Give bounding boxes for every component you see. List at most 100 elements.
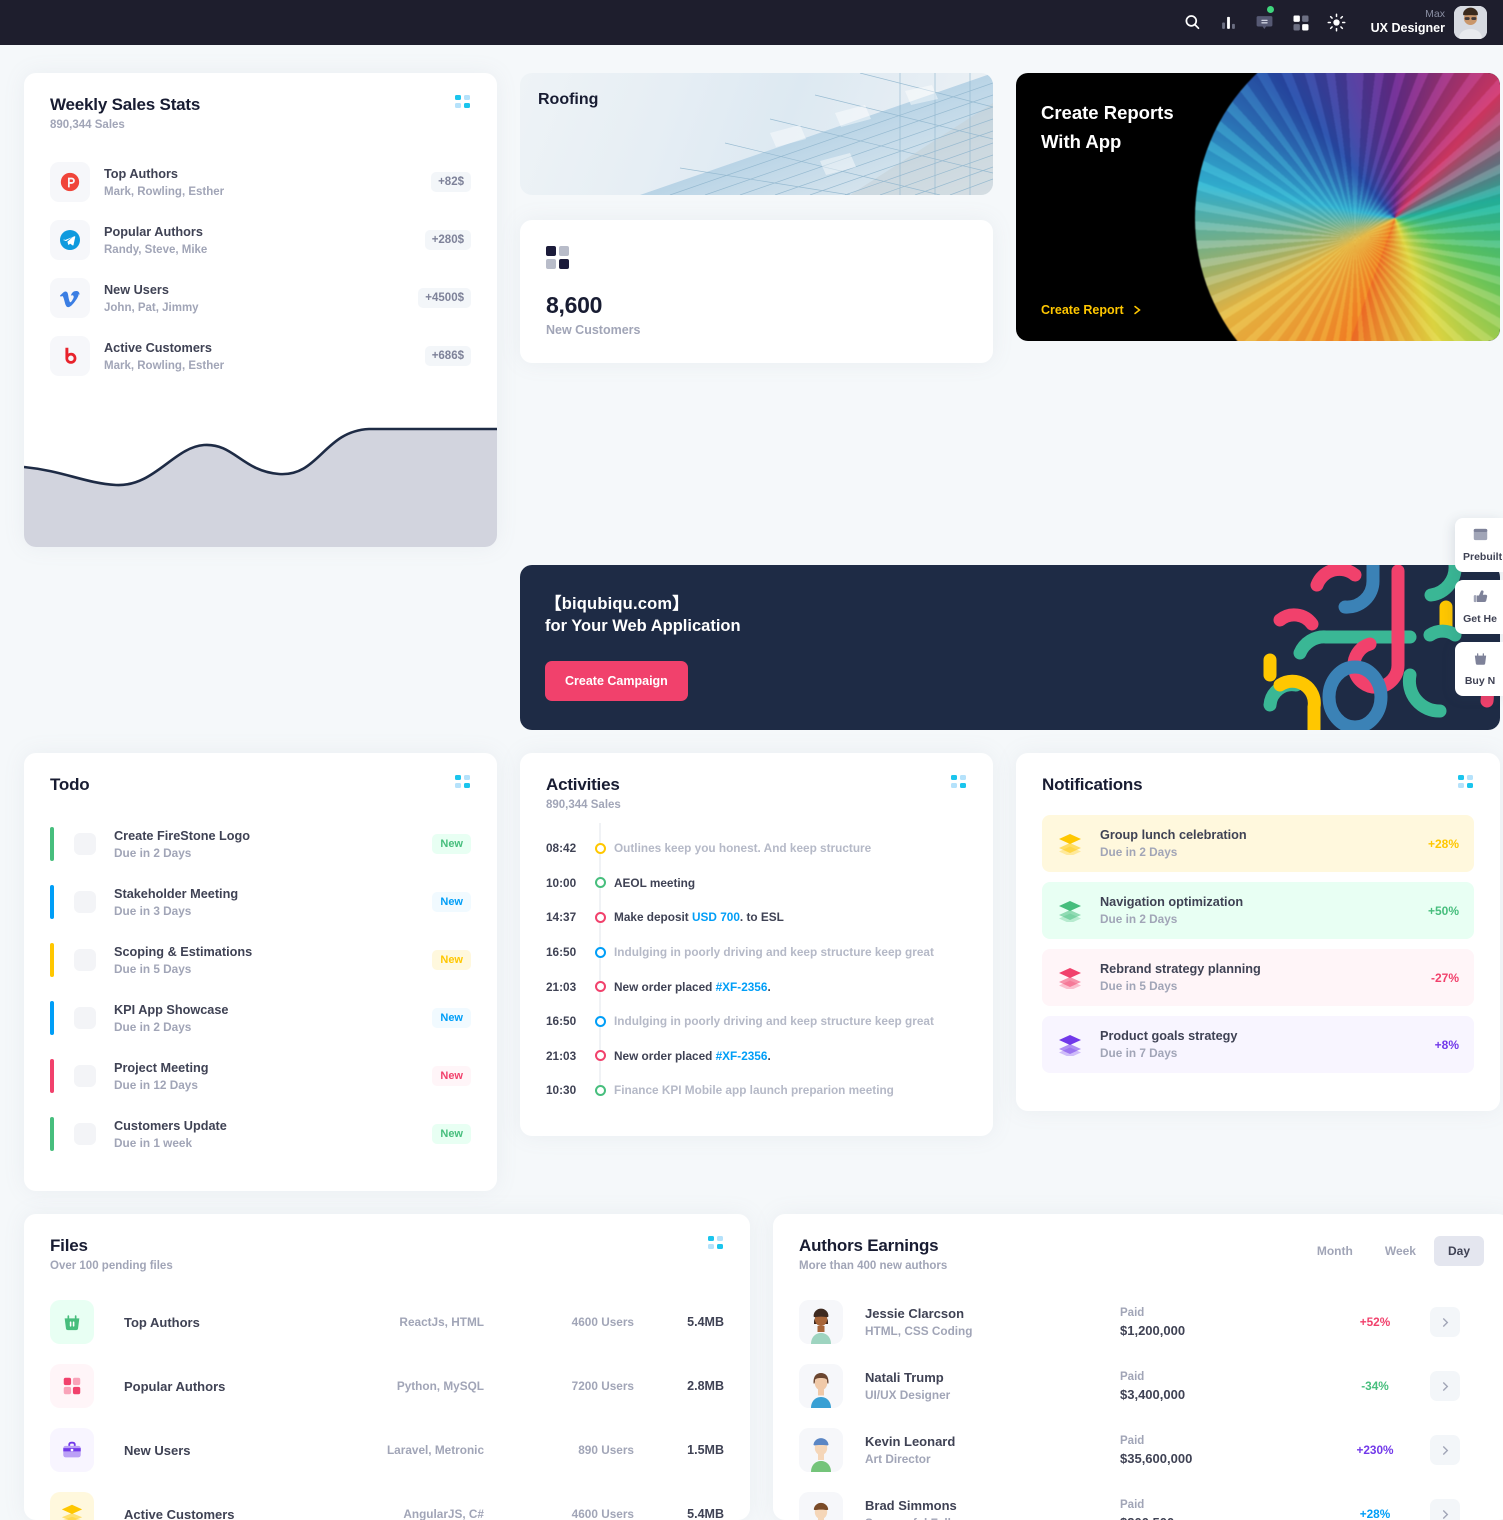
notification-percent: +50% xyxy=(1428,904,1459,918)
status-badge: New xyxy=(432,1066,471,1086)
activity-text-main: New order placed xyxy=(614,1049,716,1063)
table-row[interactable]: Top Authors ReactJs, HTML 4600 Users 5.4… xyxy=(50,1290,724,1354)
table-row[interactable]: Kevin Leonard Art Director Paid $35,600,… xyxy=(799,1418,1484,1482)
grid-squares-icon xyxy=(50,1364,94,1408)
timeline-item[interactable]: 21:03 New order placed #XF-2356. xyxy=(546,1039,967,1074)
list-item[interactable]: Active Customers Mark, Rowling, Esther +… xyxy=(50,327,471,385)
activity-link[interactable]: #XF-2356 xyxy=(716,980,768,994)
todo-checkbox[interactable] xyxy=(74,949,96,971)
bar-chart-icon[interactable] xyxy=(1211,5,1247,41)
dashboard-row-2: Todo Create FireStone Logo Due in 2 Days… xyxy=(24,753,1479,1191)
layout-icon xyxy=(1472,526,1489,543)
authors-earnings-subtitle: More than 400 new authors xyxy=(799,1260,947,1272)
table-row[interactable]: Brad Simmons Successful Fellas Paid $200… xyxy=(799,1482,1484,1520)
apps-grid-icon[interactable] xyxy=(1283,5,1319,41)
chevron-right-icon[interactable] xyxy=(1430,1499,1460,1520)
get-help-button[interactable]: Get He xyxy=(1455,580,1503,634)
timeline-item[interactable]: 10:30 Finance KPI Mobile app launch prep… xyxy=(546,1073,967,1108)
list-item[interactable]: Group lunch celebration Due in 2 Days +2… xyxy=(1042,815,1474,872)
list-item[interactable]: Top Authors Mark, Rowling, Esther +82$ xyxy=(50,153,471,211)
tab-month[interactable]: Month xyxy=(1303,1236,1367,1266)
activity-text: AEOL meeting xyxy=(614,876,695,890)
user-menu[interactable]: Max UX Designer xyxy=(1371,6,1487,39)
grid-dots-icon[interactable] xyxy=(708,1236,724,1250)
file-size: 5.4MB xyxy=(634,1507,724,1520)
activity-text: Make deposit USD 700. to ESL xyxy=(614,910,784,924)
priority-bar xyxy=(50,885,54,919)
dashboard-row-3: Files Over 100 pending files Top Authors… xyxy=(24,1214,1479,1520)
activities-card: Activities 890,344 Sales 08:42 Outlines … xyxy=(520,753,993,1136)
layers-icon xyxy=(1057,900,1083,922)
notification-name: Rebrand strategy planning xyxy=(1100,962,1431,976)
create-reports-card[interactable]: Create Reports With App Create Report xyxy=(1016,73,1500,341)
thumbs-up-icon xyxy=(1472,588,1489,605)
activity-link[interactable]: USD 700 xyxy=(692,910,740,924)
avatar[interactable] xyxy=(1454,6,1487,39)
table-row[interactable]: Natali Trump UI/UX Designer Paid $3,400,… xyxy=(799,1354,1484,1418)
timeline-item[interactable]: 16:50 Indulging in poorly driving and ke… xyxy=(546,935,967,970)
files-card: Files Over 100 pending files Top Authors… xyxy=(24,1214,750,1520)
activities-subtitle: 890,344 Sales xyxy=(546,799,621,811)
grid-dots-icon[interactable] xyxy=(455,95,471,109)
tab-day[interactable]: Day xyxy=(1434,1236,1484,1266)
prebuilt-button[interactable]: Prebuilt xyxy=(1455,518,1503,572)
list-item[interactable]: Scoping & Estimations Due in 5 Days New xyxy=(50,931,471,989)
file-tech: Laravel, Metronic xyxy=(304,1443,484,1457)
chat-bubble-icon[interactable] xyxy=(1247,5,1283,41)
chevron-right-icon[interactable] xyxy=(1430,1435,1460,1465)
table-row[interactable]: Jessie Clarcson HTML, CSS Coding Paid $1… xyxy=(799,1290,1484,1354)
list-item[interactable]: Rebrand strategy planning Due in 5 Days … xyxy=(1042,949,1474,1006)
table-row[interactable]: Active Customers AngularJS, C# 4600 User… xyxy=(50,1482,724,1520)
column-middle: Roofing xyxy=(520,73,993,363)
list-item[interactable]: New Users John, Pat, Jimmy +4500$ xyxy=(50,269,471,327)
todo-checkbox[interactable] xyxy=(74,833,96,855)
notification-name: Product goals strategy xyxy=(1100,1029,1435,1043)
timeline-item[interactable]: 14:37 Make deposit USD 700. to ESL xyxy=(546,900,967,935)
grid-dots-icon[interactable] xyxy=(455,775,471,789)
timeline-item[interactable]: 08:42 Outlines keep you honest. And keep… xyxy=(546,831,967,866)
tab-week[interactable]: Week xyxy=(1371,1236,1430,1266)
roofing-card[interactable]: Roofing xyxy=(520,73,993,195)
todo-name: KPI App Showcase xyxy=(114,1003,432,1017)
todo-card: Todo Create FireStone Logo Due in 2 Days… xyxy=(24,753,497,1191)
activity-time: 16:50 xyxy=(546,1014,586,1028)
timeline-item[interactable]: 10:00 AEOL meeting xyxy=(546,866,967,901)
chevron-right-icon[interactable] xyxy=(1430,1371,1460,1401)
create-campaign-button[interactable]: Create Campaign xyxy=(545,661,688,701)
file-name: Active Customers xyxy=(124,1507,304,1520)
todo-checkbox[interactable] xyxy=(74,1007,96,1029)
item-name: New Users xyxy=(104,282,418,299)
grid-dots-icon[interactable] xyxy=(951,775,967,789)
list-item[interactable]: Popular Authors Randy, Steve, Mike +280$ xyxy=(50,211,471,269)
activity-link[interactable]: #XF-2356 xyxy=(716,1049,768,1063)
earnings-percent: +230% xyxy=(1320,1443,1430,1457)
table-row[interactable]: Popular Authors Python, MySQL 7200 Users… xyxy=(50,1354,724,1418)
grid-dots-icon[interactable] xyxy=(1458,775,1474,789)
brightness-icon[interactable] xyxy=(1319,5,1355,41)
timeline-item[interactable]: 21:03 New order placed #XF-2356. xyxy=(546,969,967,1004)
list-item[interactable]: KPI App Showcase Due in 2 Days New xyxy=(50,989,471,1047)
priority-bar xyxy=(50,1001,54,1035)
chevron-right-icon[interactable] xyxy=(1430,1307,1460,1337)
todo-due: Due in 1 week xyxy=(114,1136,432,1150)
list-item[interactable]: Project Meeting Due in 12 Days New xyxy=(50,1047,471,1105)
list-item[interactable]: Product goals strategy Due in 7 Days +8% xyxy=(1042,1016,1474,1073)
search-icon[interactable] xyxy=(1175,5,1211,41)
list-item[interactable]: Customers Update Due in 1 week New xyxy=(50,1105,471,1163)
item-amount: +280$ xyxy=(425,230,471,250)
list-item[interactable]: Stakeholder Meeting Due in 3 Days New xyxy=(50,873,471,931)
list-item[interactable]: Navigation optimization Due in 2 Days +5… xyxy=(1042,882,1474,939)
avatar xyxy=(799,1492,843,1520)
notification-percent: -27% xyxy=(1431,971,1459,985)
timeline-item[interactable]: 16:50 Indulging in poorly driving and ke… xyxy=(546,1004,967,1039)
todo-checkbox[interactable] xyxy=(74,891,96,913)
file-name: Popular Authors xyxy=(124,1379,304,1394)
todo-checkbox[interactable] xyxy=(74,1123,96,1145)
reports-line2: With App xyxy=(1041,131,1121,152)
buy-now-button[interactable]: Buy N xyxy=(1455,642,1503,696)
create-report-link[interactable]: Create Report xyxy=(1041,303,1145,317)
todo-checkbox[interactable] xyxy=(74,1065,96,1087)
list-item[interactable]: Create FireStone Logo Due in 2 Days New xyxy=(50,815,471,873)
table-row[interactable]: New Users Laravel, Metronic 890 Users 1.… xyxy=(50,1418,724,1482)
floating-toolbar: Prebuilt Get He Buy N xyxy=(1455,518,1503,696)
